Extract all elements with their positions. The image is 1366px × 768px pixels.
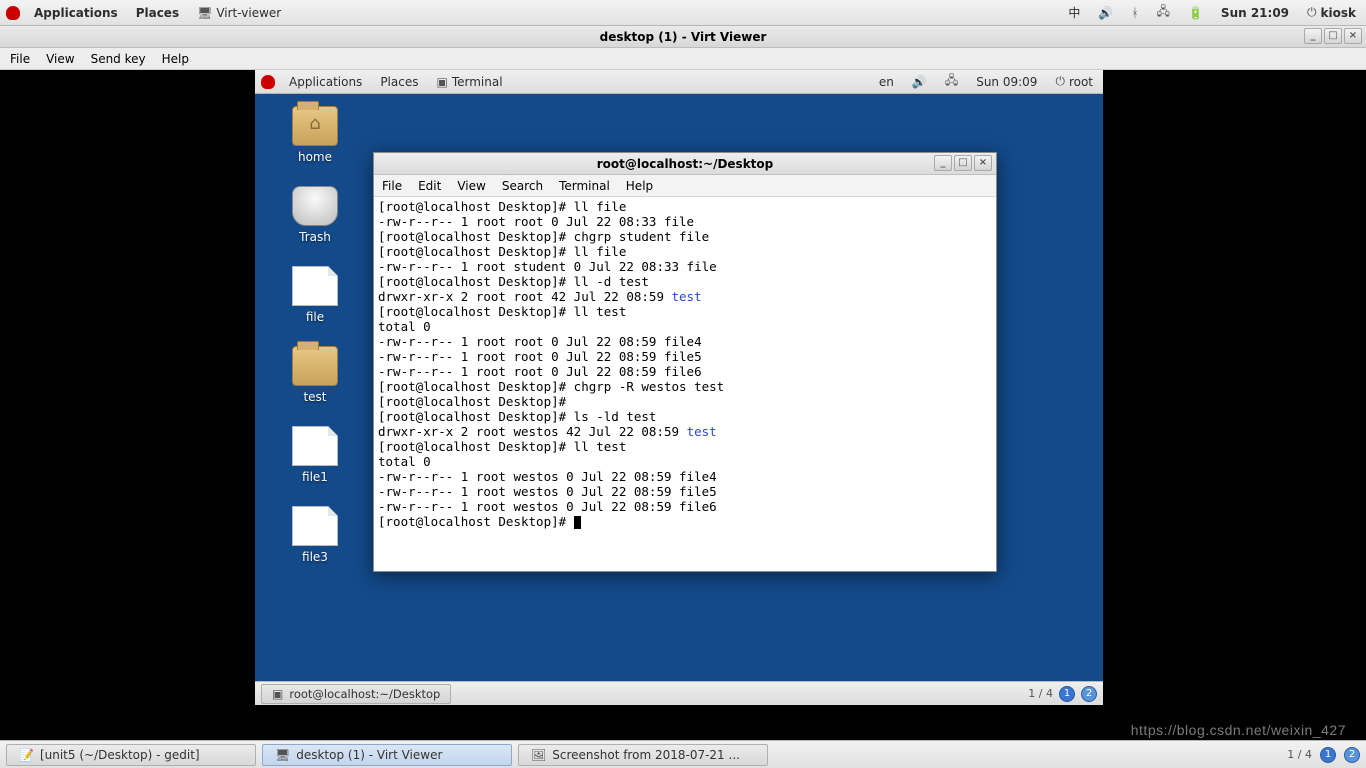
desktop-icon-trash[interactable]: Trash bbox=[275, 186, 355, 244]
guest-user-label: root bbox=[1069, 75, 1093, 89]
desktop-icon-label: file3 bbox=[275, 550, 355, 564]
desktop-icon-file3[interactable]: file3 bbox=[275, 506, 355, 564]
terminal-taskbar-icon: ▣ bbox=[272, 687, 283, 701]
desktop-icon-file1[interactable]: file1 bbox=[275, 426, 355, 484]
gedit-icon: 📝 bbox=[19, 748, 34, 762]
host-places-menu[interactable]: Places bbox=[132, 0, 183, 25]
guest-taskbar-item-label: root@localhost:~/Desktop bbox=[289, 687, 440, 701]
guest-network-icon[interactable]: 🖧 bbox=[941, 71, 962, 92]
image-icon: 🖼 bbox=[531, 748, 546, 762]
desktop-icon-label: file bbox=[275, 310, 355, 324]
terminal-menu-help[interactable]: Help bbox=[626, 179, 653, 193]
battery-icon[interactable]: 🔋 bbox=[1184, 0, 1207, 25]
host-taskbar-item-virtviewer[interactable]: 🖥 desktop (1) - Virt Viewer bbox=[262, 744, 512, 766]
host-ime-indicator[interactable]: 中 bbox=[1064, 0, 1084, 25]
terminal-menu-terminal[interactable]: Terminal bbox=[559, 179, 610, 193]
virt-maximize-button[interactable]: □ bbox=[1324, 28, 1342, 44]
desktop-icon-test[interactable]: test bbox=[275, 346, 355, 404]
guest-pager-secondary[interactable]: 2 bbox=[1081, 686, 1097, 702]
host-clock[interactable]: Sun 21:09 bbox=[1217, 0, 1293, 25]
bluetooth-icon[interactable]: ᚼ bbox=[1127, 0, 1142, 25]
virt-menu-sendkey[interactable]: Send key bbox=[91, 52, 146, 66]
terminal-menu-edit[interactable]: Edit bbox=[418, 179, 441, 193]
guest-redhat-icon bbox=[261, 75, 275, 89]
host-user-menu[interactable]: ⏻ kiosk bbox=[1303, 0, 1360, 25]
guest-lang-indicator[interactable]: en bbox=[875, 75, 898, 89]
guest-workspace-pager: 1 / 4 1 2 bbox=[1028, 686, 1097, 702]
volume-icon[interactable]: 🔊 bbox=[1094, 0, 1117, 25]
host-pager-label: 1 / 4 bbox=[1287, 748, 1312, 761]
desktop-icon-label: home bbox=[275, 150, 355, 164]
host-taskbar-item-label: desktop (1) - Virt Viewer bbox=[296, 748, 442, 762]
host-taskbar-item-gedit[interactable]: 📝 [unit5 (~/Desktop) - gedit] bbox=[6, 744, 256, 766]
trash-icon bbox=[292, 186, 338, 226]
terminal-minimize-button[interactable]: _ bbox=[934, 155, 952, 171]
host-running-app-label: Virt-viewer bbox=[216, 6, 281, 20]
desktop-icon-label: test bbox=[275, 390, 355, 404]
terminal-menu-file[interactable]: File bbox=[382, 179, 402, 193]
monitor-icon: 🖥 bbox=[197, 6, 212, 20]
virt-viewer-menubar: File View Send key Help bbox=[0, 48, 1366, 70]
desktop-icon-file[interactable]: file bbox=[275, 266, 355, 324]
redhat-icon bbox=[6, 6, 20, 20]
folder-home-icon bbox=[292, 106, 338, 146]
desktop-icons-area: home Trash file test file1 bbox=[275, 106, 355, 586]
virt-viewer-title: desktop (1) - Virt Viewer bbox=[600, 30, 767, 44]
desktop-icon-label: file1 bbox=[275, 470, 355, 484]
file-icon bbox=[292, 426, 338, 466]
folder-icon bbox=[292, 346, 338, 386]
terminal-maximize-button[interactable]: □ bbox=[954, 155, 972, 171]
terminal-titlebar[interactable]: root@localhost:~/Desktop _ □ × bbox=[374, 153, 996, 175]
desktop-icon-home[interactable]: home bbox=[275, 106, 355, 164]
virt-close-button[interactable]: × bbox=[1344, 28, 1362, 44]
guest-taskbar-item-terminal[interactable]: ▣ root@localhost:~/Desktop bbox=[261, 684, 451, 704]
guest-applications-menu[interactable]: Applications bbox=[285, 75, 366, 89]
guest-places-menu[interactable]: Places bbox=[376, 75, 422, 89]
virt-minimize-button[interactable]: _ bbox=[1304, 28, 1322, 44]
terminal-menu-view[interactable]: View bbox=[457, 179, 485, 193]
host-taskbar: 📝 [unit5 (~/Desktop) - gedit] 🖥 desktop … bbox=[0, 740, 1366, 768]
guest-taskbar: ▣ root@localhost:~/Desktop 1 / 4 1 2 bbox=[255, 681, 1103, 705]
guest-clock[interactable]: Sun 09:09 bbox=[972, 75, 1041, 89]
host-taskbar-item-screenshot[interactable]: 🖼 Screenshot from 2018-07-21 ... bbox=[518, 744, 768, 766]
terminal-title: root@localhost:~/Desktop bbox=[597, 157, 774, 171]
host-taskbar-item-label: Screenshot from 2018-07-21 ... bbox=[552, 748, 740, 762]
network-icon[interactable]: 🖧 bbox=[1153, 0, 1174, 25]
file-icon bbox=[292, 266, 338, 306]
virt-viewer-window: desktop (1) - Virt Viewer _ □ × File Vie… bbox=[0, 26, 1366, 740]
host-user-label: kiosk bbox=[1321, 6, 1356, 20]
guest-top-panel: Applications Places ▣ Terminal en 🔊 🖧 Su… bbox=[255, 70, 1103, 94]
virtviewer-icon: 🖥 bbox=[275, 748, 290, 762]
terminal-app-icon: ▣ bbox=[436, 75, 447, 89]
virt-viewer-content: Applications Places ▣ Terminal en 🔊 🖧 Su… bbox=[0, 70, 1366, 740]
logout-icon: ⏻ bbox=[1307, 5, 1317, 20]
host-taskbar-item-label: [unit5 (~/Desktop) - gedit] bbox=[40, 748, 200, 762]
terminal-menubar: File Edit View Search Terminal Help bbox=[374, 175, 996, 197]
terminal-output[interactable]: [root@localhost Desktop]# ll file-rw-r--… bbox=[374, 197, 996, 571]
terminal-menu-search[interactable]: Search bbox=[502, 179, 543, 193]
host-pager-indicator[interactable]: 1 bbox=[1320, 747, 1336, 763]
host-running-app[interactable]: 🖥 Virt-viewer bbox=[193, 0, 285, 25]
guest-pager-label: 1 / 4 bbox=[1028, 687, 1053, 700]
host-pager-secondary[interactable]: 2 bbox=[1344, 747, 1360, 763]
guest-pager-indicator[interactable]: 1 bbox=[1059, 686, 1075, 702]
virt-viewer-titlebar[interactable]: desktop (1) - Virt Viewer _ □ × bbox=[0, 26, 1366, 48]
file-icon bbox=[292, 506, 338, 546]
guest-user-menu[interactable]: ⏻ root bbox=[1051, 74, 1097, 89]
host-workspace-pager: 1 / 4 1 2 bbox=[1287, 747, 1360, 763]
terminal-window: root@localhost:~/Desktop _ □ × File Edit… bbox=[373, 152, 997, 572]
guest-logout-icon: ⏻ bbox=[1055, 74, 1065, 89]
terminal-close-button[interactable]: × bbox=[974, 155, 992, 171]
virt-menu-view[interactable]: View bbox=[46, 52, 74, 66]
desktop-icon-label: Trash bbox=[275, 230, 355, 244]
host-top-panel: Applications Places 🖥 Virt-viewer 中 🔊 ᚼ … bbox=[0, 0, 1366, 26]
host-applications-menu[interactable]: Applications bbox=[30, 0, 122, 25]
virt-menu-file[interactable]: File bbox=[10, 52, 30, 66]
virt-menu-help[interactable]: Help bbox=[162, 52, 189, 66]
guest-running-app-label: Terminal bbox=[452, 75, 503, 89]
guest-running-app[interactable]: ▣ Terminal bbox=[432, 75, 506, 89]
guest-volume-icon[interactable]: 🔊 bbox=[908, 75, 931, 89]
guest-desktop[interactable]: Applications Places ▣ Terminal en 🔊 🖧 Su… bbox=[255, 70, 1103, 705]
